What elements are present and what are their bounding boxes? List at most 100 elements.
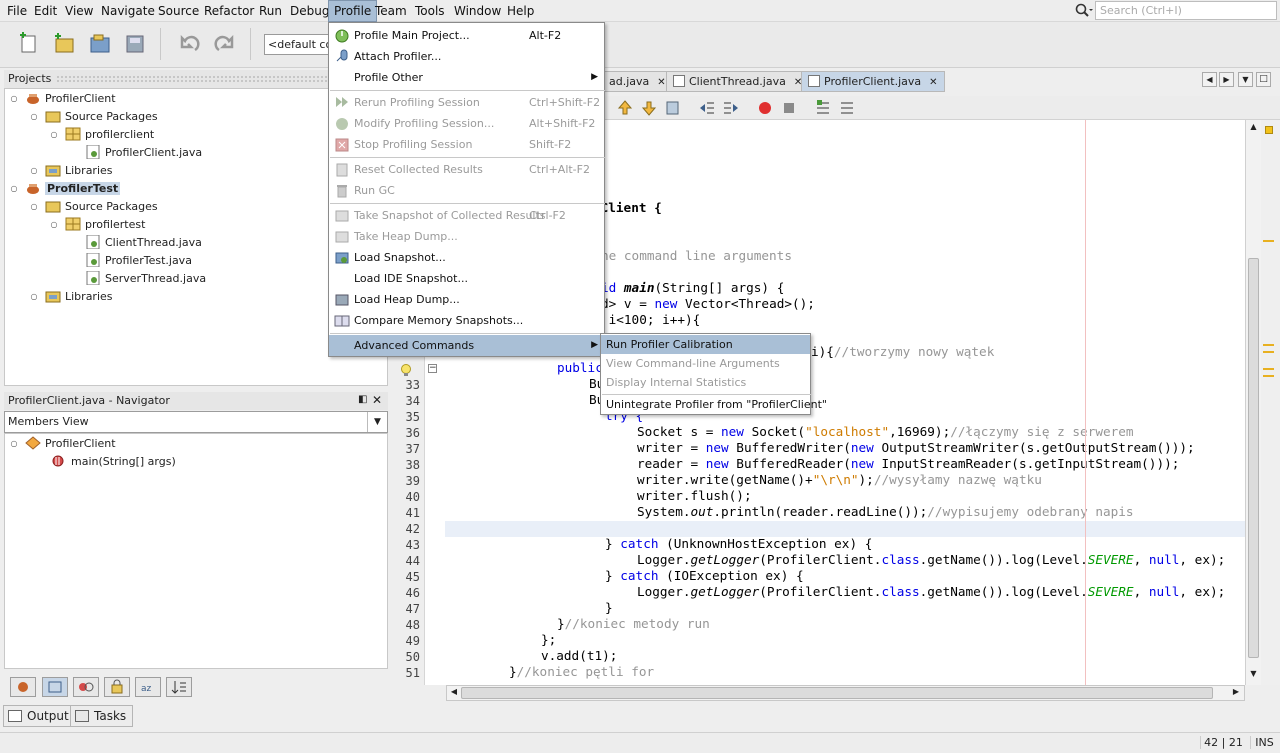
tree-package-profilerclient[interactable]: profilerclient	[65, 126, 154, 144]
tab-clientthread-java[interactable]: ClientThread.java ✕	[666, 71, 810, 92]
search-icon[interactable]	[1074, 2, 1094, 20]
filter-inherited-icon[interactable]	[10, 677, 36, 697]
minimize-icon[interactable]: ◧	[358, 394, 370, 408]
warning-status-icon[interactable]	[1265, 126, 1273, 134]
menu-item-compare-memory-snapshots[interactable]: Compare Memory Snapshots...	[329, 310, 604, 331]
menu-item-profile-other[interactable]: Profile Other ▶	[329, 67, 604, 88]
warning-marker[interactable]	[1263, 375, 1274, 377]
scroll-tabs-left-icon[interactable]: ◀	[1202, 72, 1217, 87]
menu-source[interactable]: Source	[153, 0, 204, 22]
menu-tools[interactable]: Tools	[410, 0, 450, 22]
toggle-bookmark-icon[interactable]	[664, 99, 682, 117]
tab-ad-java[interactable]: ad.java ✕	[602, 71, 673, 92]
tree-source-packages[interactable]: Source Packages	[45, 198, 158, 216]
shift-left-icon[interactable]	[698, 99, 716, 117]
menu-window[interactable]: Window	[449, 0, 506, 22]
expand-toggle[interactable]: ○	[9, 439, 19, 449]
comment-icon[interactable]	[814, 99, 832, 117]
scroll-up-icon[interactable]: ▲	[1248, 122, 1259, 134]
warning-marker[interactable]	[1263, 351, 1274, 353]
warning-marker[interactable]	[1263, 344, 1274, 346]
new-file-icon[interactable]	[16, 30, 42, 58]
tree-file-profilertest-java[interactable]: ProfilerTest.java	[85, 252, 192, 270]
tree-file-profilerclient-java[interactable]: ProfilerClient.java	[85, 144, 202, 162]
warning-marker[interactable]	[1263, 240, 1274, 242]
tree-package-profilertest[interactable]: profilertest	[65, 216, 145, 234]
previous-bookmark-icon[interactable]	[616, 99, 634, 117]
new-project-icon[interactable]	[51, 30, 77, 58]
navigator-class-item[interactable]: ProfilerClient	[25, 435, 116, 453]
save-all-icon[interactable]	[122, 30, 148, 58]
uncomment-icon[interactable]	[838, 99, 856, 117]
navigator-method-item[interactable]: main(String[] args)	[51, 453, 176, 471]
scroll-right-icon[interactable]: ▶	[1230, 687, 1242, 699]
expand-toggle[interactable]: ○	[9, 94, 19, 104]
expand-toggle[interactable]: ○	[49, 220, 59, 230]
warning-marker[interactable]	[1263, 368, 1274, 370]
menu-item-unintegrate-profiler[interactable]: Unintegrate Profiler from "ProfilerClien…	[601, 395, 827, 414]
drag-grip[interactable]	[56, 75, 332, 83]
filter-nonpublic-icon[interactable]	[104, 677, 130, 697]
expand-toggle[interactable]: ○	[29, 166, 39, 176]
menu-help[interactable]: Help	[502, 0, 539, 22]
redo-icon[interactable]	[212, 30, 238, 58]
expand-toggle[interactable]: ○	[29, 112, 39, 122]
expand-toggle[interactable]: ○	[29, 202, 39, 212]
tree-project-profilertest[interactable]: ProfilerTest	[25, 180, 121, 198]
filter-fields-icon[interactable]	[42, 677, 68, 697]
lightbulb-hint-icon[interactable]	[400, 363, 414, 377]
filter-static-icon[interactable]	[73, 677, 99, 697]
fold-toggle-icon[interactable]: −	[428, 364, 437, 373]
menu-item-load-ide-snapshot[interactable]: Load IDE Snapshot...	[329, 268, 604, 289]
menu-run[interactable]: Run	[254, 0, 287, 22]
shift-right-icon[interactable]	[722, 99, 740, 117]
tree-libraries[interactable]: Libraries	[45, 288, 113, 306]
scrollbar-thumb[interactable]	[461, 687, 1213, 699]
menu-item-attach-profiler[interactable]: Attach Profiler...	[329, 46, 604, 67]
menu-item-advanced-commands[interactable]: Advanced Commands ▶	[329, 335, 604, 356]
next-bookmark-icon[interactable]	[640, 99, 658, 117]
menu-refactor[interactable]: Refactor	[199, 0, 259, 22]
menu-navigate[interactable]: Navigate	[96, 0, 160, 22]
open-project-icon[interactable]	[87, 30, 113, 58]
expand-toggle[interactable]: ○	[49, 130, 59, 140]
scrollbar-thumb[interactable]	[1248, 258, 1259, 658]
stop-macro-icon[interactable]	[780, 99, 798, 117]
menu-view[interactable]: View	[60, 0, 98, 22]
maximize-icon[interactable]: □	[1256, 72, 1271, 87]
scroll-down-icon[interactable]: ▼	[1248, 669, 1259, 681]
tree-file-clientthread-java[interactable]: ClientThread.java	[85, 234, 202, 252]
start-macro-icon[interactable]	[756, 99, 774, 117]
menu-edit[interactable]: Edit	[29, 0, 62, 22]
vertical-scrollbar[interactable]: ▲ ▼	[1245, 120, 1261, 685]
menu-item-load-snapshot[interactable]: Load Snapshot...	[329, 247, 604, 268]
output-button[interactable]: Output	[3, 705, 76, 727]
close-icon[interactable]: ✕	[929, 77, 937, 88]
expand-toggle[interactable]: ○	[9, 184, 19, 194]
horizontal-scrollbar[interactable]: ◀ ▶	[446, 685, 1245, 701]
menu-item-load-heap-dump[interactable]: Load Heap Dump...	[329, 289, 604, 310]
search-input[interactable]: Search (Ctrl+I)	[1095, 1, 1277, 20]
scroll-tabs-right-icon[interactable]: ▶	[1219, 72, 1234, 87]
menu-file[interactable]: File	[2, 0, 32, 22]
config-combo[interactable]: <default config>	[264, 34, 334, 55]
tree-project-profilerclient[interactable]: ProfilerClient	[25, 90, 116, 108]
close-icon[interactable]: ✕	[657, 77, 665, 88]
tasks-button[interactable]: Tasks	[70, 705, 134, 727]
tab-list-icon[interactable]: ▼	[1238, 72, 1253, 87]
close-icon[interactable]: ✕	[372, 393, 384, 407]
menu-item-run-profiler-calibration[interactable]: Run Profiler Calibration	[601, 335, 810, 354]
tree-libraries[interactable]: Libraries	[45, 162, 113, 180]
chevron-down-icon[interactable]: ▼	[367, 412, 387, 432]
scroll-left-icon[interactable]: ◀	[448, 687, 460, 699]
sort-name-icon[interactable]: az	[135, 677, 161, 697]
undo-icon[interactable]	[176, 30, 202, 58]
expand-toggle[interactable]: ○	[29, 292, 39, 302]
tab-profilerclient-java[interactable]: ProfilerClient.java ✕	[801, 71, 945, 92]
menu-team[interactable]: Team	[370, 0, 412, 22]
sort-source-icon[interactable]	[166, 677, 192, 697]
menu-item-profile-main-project[interactable]: Profile Main Project... Alt-F2	[329, 25, 604, 46]
members-view-select[interactable]: Members View ▼	[4, 411, 388, 433]
tree-file-serverthread-java[interactable]: ServerThread.java	[85, 270, 206, 288]
tree-source-packages[interactable]: Source Packages	[45, 108, 158, 126]
